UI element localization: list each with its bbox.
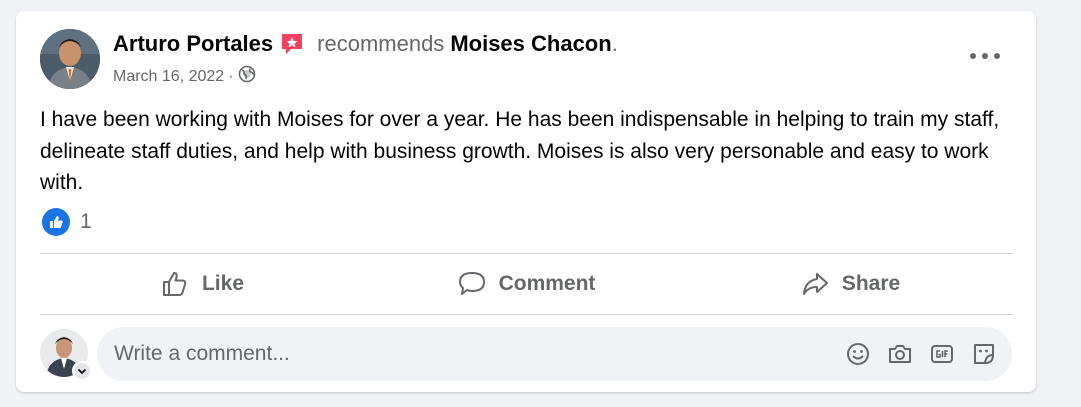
author-name[interactable]: Arturo Portales — [113, 31, 273, 57]
header-period: . — [611, 31, 618, 56]
like-icon — [42, 208, 70, 236]
comment-box — [97, 327, 1012, 381]
chevron-down-icon[interactable] — [72, 361, 92, 381]
post-card: Arturo Portales recommends Moises Chacon… — [16, 11, 1036, 392]
more-dot — [970, 53, 976, 59]
more-dot — [994, 53, 1000, 59]
camera-icon[interactable] — [886, 340, 914, 368]
recommends-text: recommends — [317, 31, 445, 56]
more-options-icon[interactable] — [970, 47, 1000, 65]
action-bar: Like Comment Share — [40, 257, 1012, 311]
more-dot — [982, 53, 988, 59]
post-date[interactable]: March 16, 2022 — [113, 68, 224, 86]
comment-input[interactable] — [114, 342, 814, 366]
emoji-icon[interactable] — [844, 340, 872, 368]
comment-button[interactable]: Comment — [364, 257, 688, 311]
gif-icon[interactable] — [928, 340, 956, 368]
like-button[interactable]: Like — [40, 257, 364, 311]
reaction-count: 1 — [80, 210, 92, 233]
recommended-page-name[interactable]: Moises Chacon — [450, 31, 611, 57]
thumbs-up-icon — [162, 272, 187, 296]
comment-icon — [458, 272, 485, 295]
recommend-badge-icon — [279, 31, 305, 57]
meta-separator: · — [228, 67, 234, 85]
divider-top — [40, 253, 1012, 254]
like-label: Like — [201, 272, 245, 295]
share-button[interactable]: Share — [688, 257, 1012, 311]
commenter-avatar[interactable] — [40, 329, 92, 381]
sticker-icon[interactable] — [970, 340, 998, 368]
reaction-summary[interactable]: 1 — [42, 208, 92, 236]
comment-label: Comment — [498, 272, 596, 295]
divider-bottom — [40, 314, 1012, 315]
author-avatar[interactable] — [40, 29, 100, 89]
share-label: Share — [841, 272, 901, 295]
post-body-text: I have been working with Moises for over… — [40, 108, 1000, 194]
post-header: Arturo Portales recommends Moises Chacon… — [113, 31, 618, 57]
share-icon — [802, 273, 828, 295]
post-meta: March 16, 2022 · — [113, 65, 256, 88]
comment-tools — [844, 340, 998, 368]
globe-icon[interactable] — [238, 65, 256, 88]
